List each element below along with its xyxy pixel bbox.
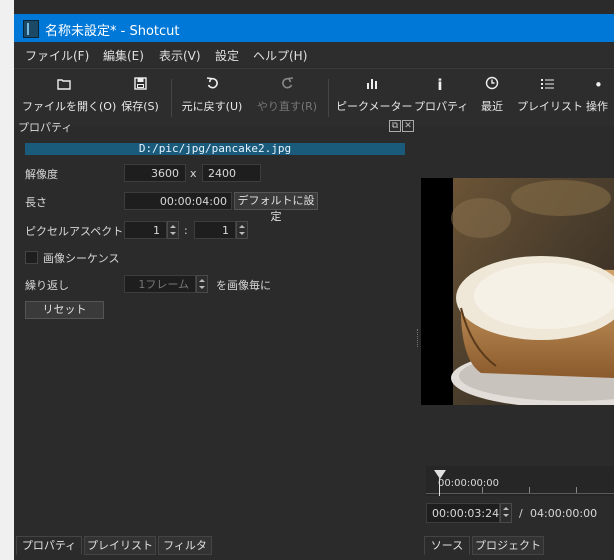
playhead-line	[439, 478, 440, 496]
aspect-denominator-spinner[interactable]	[236, 221, 248, 239]
tab-project[interactable]: プロジェクト	[472, 536, 544, 555]
aspect-denominator-field[interactable]: 1	[194, 221, 236, 239]
menu-view[interactable]: 表示(V)	[159, 47, 201, 64]
tab-playlist[interactable]: プレイリスト	[84, 536, 156, 555]
save-icon	[116, 75, 164, 95]
tab-source[interactable]: ソース	[424, 536, 470, 555]
repeat-spinner[interactable]	[196, 275, 208, 293]
menu-file[interactable]: ファイル(F)	[25, 47, 89, 64]
aspect-numerator-spinner[interactable]	[167, 221, 179, 239]
set-default-button[interactable]: デフォルトに設定	[234, 192, 318, 223]
position-timecode-field[interactable]: 00:00:03:24	[426, 503, 500, 523]
ruler-tick	[529, 487, 530, 493]
tab-filters[interactable]: フィルタ	[158, 536, 212, 555]
toolbar-separator	[171, 79, 172, 117]
properties-panel-header: プロパティ ⧉ ✕	[14, 118, 414, 134]
undo-icon	[180, 75, 244, 95]
pixel-aspect-label: ピクセルアスペクト比	[25, 225, 135, 238]
panel-title: プロパティ	[18, 121, 73, 134]
tools-button[interactable]: • 操作	[586, 75, 614, 121]
undo-button[interactable]: 元に戻す(U)	[180, 75, 244, 121]
tools-label: 操作	[586, 100, 608, 113]
open-file-button[interactable]: ファイルを開く(O)	[22, 75, 117, 121]
close-panel-icon[interactable]: ✕	[402, 120, 414, 132]
open-file-label: ファイルを開く(O)	[22, 100, 117, 113]
properties-label: プロパティ	[414, 100, 469, 113]
clock-icon	[475, 75, 509, 95]
tools-icon: •	[594, 76, 603, 94]
recent-button[interactable]: 最近	[475, 75, 509, 121]
redo-icon	[256, 75, 318, 95]
menu-edit[interactable]: 編集(E)	[103, 47, 144, 64]
properties-panel: D:/pic/jpg/pancake2.jpg 解像度 3600 x 2400 …	[14, 134, 415, 533]
aspect-separator: :	[184, 224, 188, 237]
tab-properties[interactable]: プロパティ	[16, 536, 82, 555]
file-path: D:/pic/jpg/pancake2.jpg	[25, 143, 405, 155]
window-title: 名称未設定* - Shotcut	[45, 24, 180, 39]
toolbar-separator	[328, 79, 329, 117]
cake-photo	[421, 178, 614, 405]
menu-bar: ファイル(F) 編集(E) 表示(V) 設定 ヘルプ(H)	[14, 42, 614, 66]
title-bar: 名称未設定* - Shotcut	[14, 14, 614, 42]
playlist-label: プレイリスト	[517, 100, 583, 113]
image-sequence-label: 画像シーケンス	[43, 252, 120, 265]
resolution-label: 解像度	[25, 168, 58, 181]
menu-settings[interactable]: 設定	[215, 47, 239, 64]
properties-button[interactable]: i プロパティ	[414, 75, 469, 121]
timecode-slash: /	[519, 507, 523, 520]
ruler-start-time: 00:00:00:00	[438, 478, 500, 489]
bottom-tab-bar: プロパティ プレイリスト フィルタ ソース プロジェクト	[14, 533, 614, 560]
undo-label: 元に戻す(U)	[181, 100, 243, 113]
redo-label: やり直す(R)	[256, 100, 318, 113]
peak-meter-icon	[336, 75, 408, 95]
ruler-tick	[482, 487, 483, 493]
repeat-field[interactable]: 1フレーム	[124, 275, 196, 293]
ruler-baseline	[426, 493, 614, 494]
width-field[interactable]: 3600	[124, 164, 186, 182]
list-icon	[517, 75, 577, 95]
playlist-button[interactable]: プレイリスト	[517, 75, 583, 121]
reset-button[interactable]: リセット	[25, 301, 104, 319]
length-label: 長さ	[25, 196, 47, 209]
video-preview	[421, 178, 614, 405]
ruler-tick	[576, 487, 577, 493]
length-field[interactable]: 00:00:04:00	[124, 192, 232, 210]
desktop-edge	[0, 0, 14, 560]
recent-label: 最近	[481, 100, 503, 113]
aspect-numerator-field[interactable]: 1	[124, 221, 167, 239]
peak-meter-button[interactable]: ピークメーター	[336, 75, 413, 121]
shotcut-window: 名称未設定* - Shotcut ファイル(F) 編集(E) 表示(V) 設定 …	[14, 14, 614, 560]
repeat-suffix: を画像毎に	[216, 279, 271, 292]
menu-help[interactable]: ヘルプ(H)	[253, 47, 307, 64]
save-label: 保存(S)	[121, 100, 159, 113]
image-sequence-checkbox[interactable]	[25, 251, 38, 264]
playhead-marker[interactable]	[434, 470, 446, 479]
position-spinner[interactable]	[500, 503, 512, 523]
folder-open-icon	[22, 75, 106, 95]
float-panel-icon[interactable]: ⧉	[389, 120, 401, 132]
repeat-label: 繰り返し	[25, 279, 69, 292]
info-icon: i	[437, 76, 443, 94]
height-field[interactable]: 2400	[202, 164, 261, 182]
redo-button[interactable]: やり直す(R)	[256, 75, 318, 121]
duration-timecode: 04:00:00:00	[530, 507, 598, 520]
resolution-x: x	[190, 167, 197, 180]
save-button[interactable]: 保存(S)	[116, 75, 164, 121]
peak-meter-label: ピークメーター	[336, 100, 413, 113]
shotcut-app-icon	[23, 20, 39, 38]
